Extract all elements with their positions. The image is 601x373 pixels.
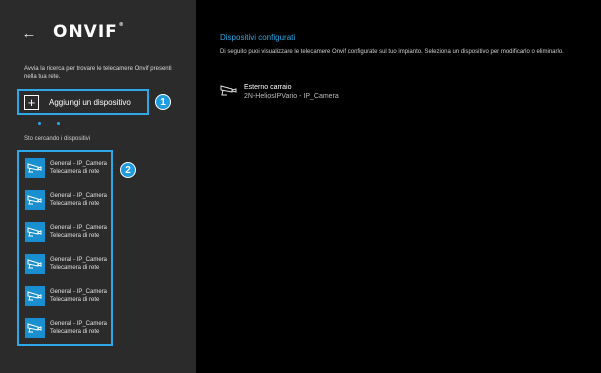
arrow-left-icon: ←	[21, 24, 37, 42]
loading-dot	[38, 122, 41, 125]
camera-icon	[220, 85, 237, 96]
device-type: Telecamera di rete	[50, 169, 100, 175]
device-item[interactable]: General - IP_Camera Telecamera di rete	[25, 222, 107, 242]
device-type: Telecamera di rete	[50, 233, 100, 239]
device-item[interactable]: General - IP_Camera Telecamera di rete	[25, 158, 107, 178]
main-panel: Dispositivi configurati Di seguito puoi …	[196, 0, 601, 373]
device-item[interactable]: General - IP_Camera Telecamera di rete	[25, 286, 107, 306]
device-type: Telecamera di rete	[50, 329, 100, 335]
add-device-label: Aggiungi un dispositivo	[49, 97, 131, 107]
loading-dot	[57, 122, 60, 125]
device-item[interactable]: General - IP_Camera Telecamera di rete	[25, 254, 107, 274]
configured-device-item[interactable]: Esterno carraio 2N-HeliosIPVario - IP_Ca…	[220, 83, 339, 101]
device-name: General - IP_Camera	[50, 193, 108, 199]
add-device-button[interactable]: + Aggiungi un dispositivo	[17, 89, 149, 115]
configured-device-model: 2N-HeliosIPVario - IP_Camera	[244, 93, 339, 100]
loading-indicator	[38, 122, 60, 125]
searching-status: Sto cercando i dispositivi	[24, 136, 91, 142]
camera-icon	[25, 158, 45, 178]
intro-text: Avvia la ricerca per trovare le telecame…	[24, 66, 172, 80]
camera-icon	[25, 286, 45, 306]
callout-badge-2: 2	[120, 162, 136, 178]
plus-icon: +	[24, 94, 39, 110]
page-title: Dispositivi configurati	[220, 33, 296, 42]
discovered-device-list: General - IP_Camera Telecamera di rete G…	[17, 150, 113, 346]
back-button[interactable]: ←	[20, 24, 38, 42]
device-name: General - IP_Camera	[50, 257, 108, 263]
device-type: Telecamera di rete	[50, 201, 100, 207]
device-type: Telecamera di rete	[50, 297, 100, 303]
onvif-logo: ONVIF®	[53, 22, 125, 42]
device-name: General - IP_Camera	[50, 321, 108, 327]
sidebar: ← ONVIF® Avvia la ricerca per trovare le…	[0, 0, 196, 373]
device-type: Telecamera di rete	[50, 265, 100, 271]
camera-icon	[25, 254, 45, 274]
camera-icon	[25, 190, 45, 210]
device-name: General - IP_Camera	[50, 225, 108, 231]
camera-icon	[25, 318, 45, 338]
device-name: General - IP_Camera	[50, 161, 108, 167]
device-item[interactable]: General - IP_Camera Telecamera di rete	[25, 190, 107, 210]
configured-device-name: Esterno carraio	[244, 84, 292, 91]
camera-icon	[25, 222, 45, 242]
device-name: General - IP_Camera	[50, 289, 108, 295]
callout-badge-1: 1	[155, 94, 171, 110]
device-item[interactable]: General - IP_Camera Telecamera di rete	[25, 318, 107, 338]
page-description: Di seguito puoi visualizzare le telecame…	[220, 49, 564, 55]
